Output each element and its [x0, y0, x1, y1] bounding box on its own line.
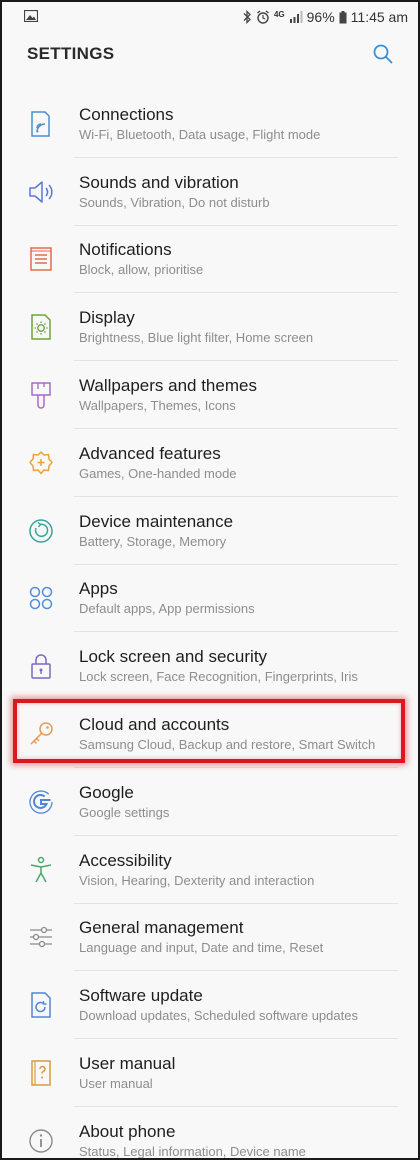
item-subtitle: User manual [79, 1076, 153, 1092]
item-subtitle: Samsung Cloud, Backup and restore, Smart… [79, 737, 376, 753]
settings-item-display[interactable]: Display Brightness, Blue light filter, H… [2, 293, 418, 361]
item-title: Sounds and vibration [79, 172, 239, 192]
settings-item-general-management[interactable]: General management Language and input, D… [2, 904, 418, 972]
google-icon [26, 787, 56, 817]
item-subtitle: Wi-Fi, Bluetooth, Data usage, Flight mod… [79, 126, 321, 142]
item-title: User manual [79, 1054, 176, 1074]
item-title: Cloud and accounts [79, 715, 230, 735]
item-title: Software update [79, 986, 203, 1006]
settings-item-about-phone[interactable]: About phone Status, Legal information, D… [2, 1107, 418, 1159]
settings-item-sounds[interactable]: Sounds and vibration Sounds, Vibration, … [2, 158, 418, 226]
item-subtitle: Download updates, Scheduled software upd… [79, 1008, 358, 1024]
item-subtitle: Games, One-handed mode [79, 465, 237, 481]
settings-item-software-update[interactable]: Software update Download updates, Schedu… [2, 971, 418, 1039]
item-title: General management [79, 918, 244, 938]
item-subtitle: Battery, Storage, Memory [79, 533, 227, 549]
item-title: Lock screen and security [79, 647, 268, 667]
settings-item-advanced-features[interactable]: Advanced features Games, One-handed mode [2, 429, 418, 497]
signal-icon [289, 11, 303, 23]
app-header: SETTINGS [2, 32, 418, 76]
sliders-icon [26, 922, 56, 952]
item-title: About phone [79, 1121, 176, 1141]
maintenance-icon [26, 516, 56, 546]
item-title: Advanced features [79, 443, 221, 463]
item-subtitle: Vision, Hearing, Dexterity and interacti… [79, 872, 315, 888]
display-icon [26, 312, 56, 342]
settings-item-user-manual[interactable]: User manual User manual [2, 1039, 418, 1107]
item-subtitle: Lock screen, Face Recognition, Fingerpri… [79, 669, 358, 685]
manual-icon [26, 1058, 56, 1088]
item-subtitle: Wallpapers, Themes, Icons [79, 398, 236, 414]
settings-item-wallpapers[interactable]: Wallpapers and themes Wallpapers, Themes… [2, 361, 418, 429]
speaker-icon [26, 177, 56, 207]
item-title: Wallpapers and themes [79, 376, 257, 396]
brush-icon [26, 380, 56, 410]
item-subtitle: Sounds, Vibration, Do not disturb [79, 194, 270, 210]
gear-plus-icon [26, 448, 56, 478]
lock-icon [26, 651, 56, 681]
item-subtitle: Language and input, Date and time, Reset [79, 940, 324, 956]
item-subtitle: Google settings [79, 804, 170, 820]
settings-item-cloud-accounts[interactable]: Cloud and accounts Samsung Cloud, Backup… [2, 700, 418, 768]
settings-item-device-maintenance[interactable]: Device maintenance Battery, Storage, Mem… [2, 497, 418, 565]
item-subtitle: Default apps, App permissions [79, 601, 255, 617]
item-title: Notifications [79, 240, 172, 260]
settings-item-lock-screen[interactable]: Lock screen and security Lock screen, Fa… [2, 632, 418, 700]
item-subtitle: Brightness, Blue light filter, Home scre… [79, 330, 314, 346]
search-button[interactable] [370, 41, 396, 67]
status-bar: 4G 96% 11:45 am [2, 2, 418, 32]
item-title: Display [79, 308, 135, 328]
item-title: Google [79, 782, 134, 802]
update-icon [26, 990, 56, 1020]
settings-list: Connections Wi-Fi, Bluetooth, Data usage… [2, 76, 418, 1159]
network-type: 4G [273, 9, 285, 19]
settings-item-accessibility[interactable]: Accessibility Vision, Hearing, Dexterity… [2, 836, 418, 904]
item-title: Connections [79, 104, 174, 124]
page-title: SETTINGS [27, 44, 115, 63]
key-icon [26, 719, 56, 749]
clock: 11:45 am [350, 9, 408, 25]
connections-icon [26, 109, 56, 139]
apps-icon [26, 583, 56, 613]
notifications-icon [26, 244, 56, 274]
gallery-notification-icon [23, 9, 39, 25]
item-title: Accessibility [79, 850, 172, 870]
settings-item-connections[interactable]: Connections Wi-Fi, Bluetooth, Data usage… [2, 90, 418, 158]
accessibility-icon [26, 855, 56, 885]
bluetooth-icon [242, 10, 252, 24]
settings-item-apps[interactable]: Apps Default apps, App permissions [2, 565, 418, 633]
item-subtitle: Block, allow, prioritise [79, 262, 204, 278]
search-icon [373, 44, 393, 64]
settings-item-google[interactable]: Google Google settings [2, 768, 418, 836]
battery-icon [339, 10, 347, 24]
item-title: Apps [79, 579, 118, 599]
phone-screen: 4G 96% 11:45 am SETTINGS Connections Wi-… [0, 0, 420, 1160]
settings-item-notifications[interactable]: Notifications Block, allow, prioritise [2, 226, 418, 294]
item-subtitle: Status, Legal information, Device name [79, 1143, 306, 1159]
item-title: Device maintenance [79, 511, 234, 531]
battery-percent: 96% [306, 9, 335, 25]
info-icon [26, 1126, 56, 1156]
alarm-icon [256, 10, 270, 24]
